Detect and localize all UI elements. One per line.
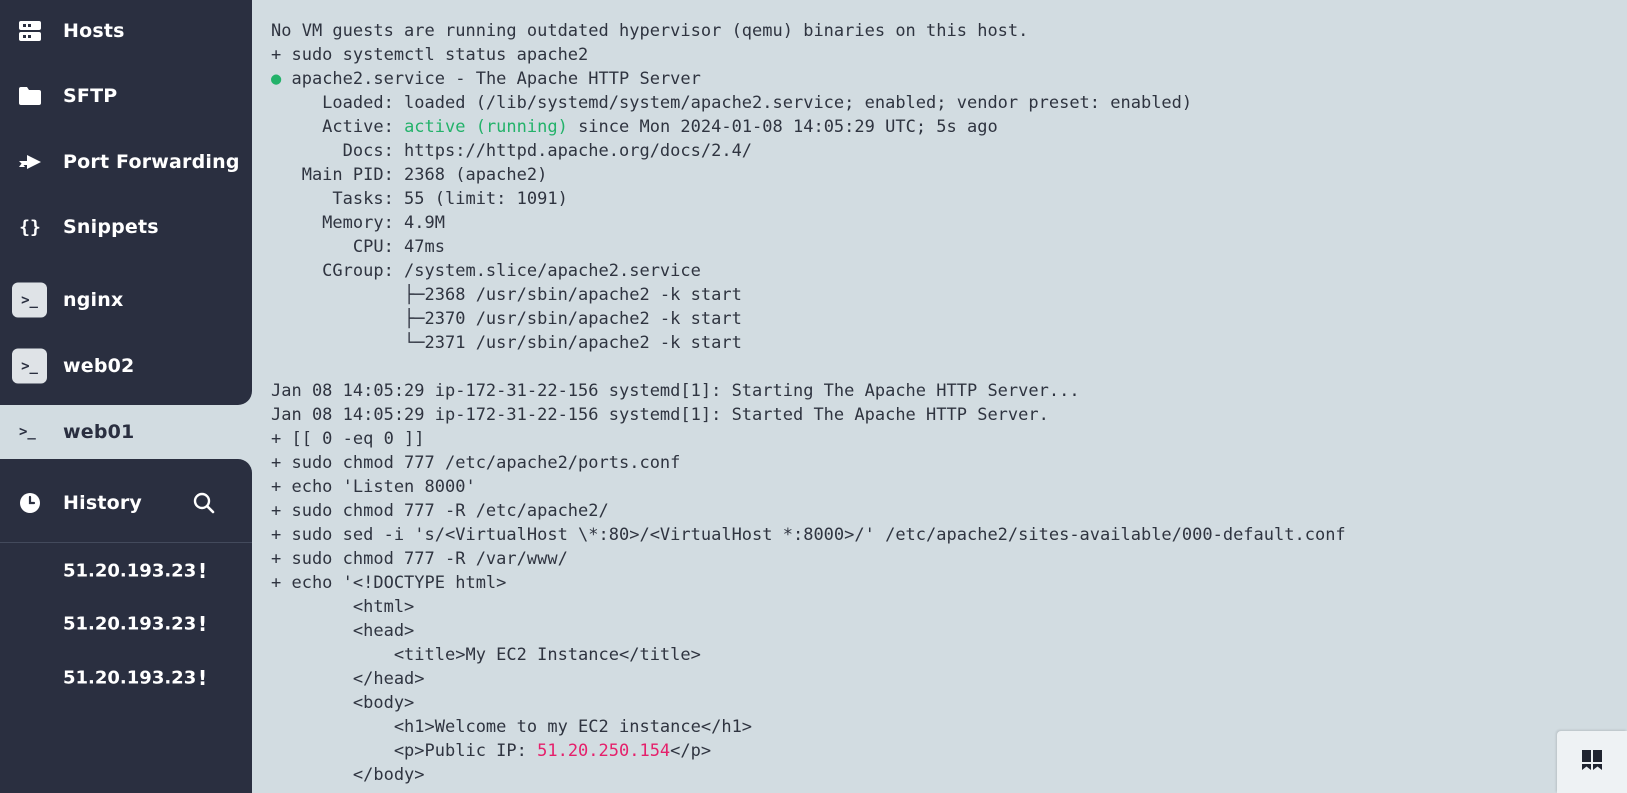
nav-item-hosts[interactable]: Hosts: [0, 3, 252, 59]
terminal-line: + [[ 0 -eq 0 ]]: [271, 429, 425, 449]
nav-label-snippets: Snippets: [63, 216, 159, 238]
nav-item-sftp[interactable]: SFTP: [0, 68, 252, 124]
terminal-line: <html>: [271, 597, 415, 617]
search-icon[interactable]: [192, 491, 216, 515]
history-label: History: [63, 492, 143, 514]
terminal-line: └─2371 /usr/sbin/apache2 -k start: [271, 333, 742, 353]
active-tab-corner: [238, 459, 252, 473]
warning-badge: !: [198, 559, 208, 583]
terminal-icon: >_: [12, 282, 47, 318]
terminal-line: Memory: 4.9M: [271, 213, 445, 233]
terminal-line: Active: active (running) since Mon 2024-…: [271, 117, 998, 137]
hosts-icon: [18, 19, 42, 43]
terminal-output[interactable]: No VM guests are running outdated hyperv…: [252, 0, 1627, 793]
terminal-line: CPU: 47ms: [271, 237, 445, 257]
sidebar: Hosts SFTP Port Forwarding {} Snippets >…: [0, 0, 252, 793]
terminal-line: + echo '<!DOCTYPE html>: [271, 573, 507, 593]
terminal-line: ├─2370 /usr/sbin/apache2 -k start: [271, 309, 742, 329]
terminal-line: Jan 08 14:05:29 ip-172-31-22-156 systemd…: [271, 405, 1049, 425]
layout-toggle-button[interactable]: [1557, 731, 1627, 793]
history-divider: [0, 542, 252, 543]
terminal-line: Jan 08 14:05:29 ip-172-31-22-156 systemd…: [271, 381, 1080, 401]
port-forwarding-icon: [18, 150, 42, 174]
terminal-line: + sudo chmod 777 /etc/apache2/ports.conf: [271, 453, 681, 473]
terminal-line: ├─2368 /usr/sbin/apache2 -k start: [271, 285, 742, 305]
terminal-line: </body>: [271, 765, 425, 785]
terminal-line: <h1>Welcome to my EC2 instance</h1>: [271, 717, 753, 737]
layout-panel-icon: [1581, 749, 1603, 775]
folder-icon: [18, 84, 42, 108]
terminal-line: + sudo systemctl status apache2: [271, 45, 589, 65]
terminal-line: + sudo chmod 777 -R /var/www/: [271, 549, 568, 569]
terminal-line: + sudo chmod 777 -R /etc/apache2/: [271, 501, 609, 521]
clock-icon: [18, 491, 42, 515]
terminal-line: <title>My EC2 Instance</title>: [271, 645, 701, 665]
terminal-icon: >_: [19, 424, 36, 440]
terminal-line: Main PID: 2368 (apache2): [271, 165, 548, 185]
terminal-line: <body>: [271, 693, 415, 713]
terminal-line: ● apache2.service - The Apache HTTP Serv…: [271, 69, 701, 89]
session-tab-web01[interactable]: >_ web01: [0, 405, 252, 459]
nav-label-sftp: SFTP: [63, 85, 118, 107]
history-header[interactable]: History: [0, 475, 252, 531]
terminal-line: Loaded: loaded (/lib/systemd/system/apac…: [271, 93, 1193, 113]
terminal-line: </head>: [271, 669, 425, 689]
nav-item-snippets[interactable]: {} Snippets: [0, 199, 252, 255]
nav-label-hosts: Hosts: [63, 20, 125, 42]
active-tab-corner: [238, 391, 252, 405]
history-item-label: 51.20.193.23: [63, 613, 197, 635]
terminal-line: + sudo sed -i 's/<VirtualHost \*:80>/<Vi…: [271, 525, 1346, 545]
session-label-nginx: nginx: [63, 289, 124, 311]
warning-badge: !: [198, 666, 208, 690]
terminal-line: <p>Public IP: 51.20.250.154</p>: [271, 741, 712, 761]
warning-badge: !: [198, 612, 208, 636]
terminal-line: No VM guests are running outdated hyperv…: [271, 21, 1029, 41]
terminal-line: CGroup: /system.slice/apache2.service: [271, 261, 701, 281]
session-tab-nginx[interactable]: >_ nginx: [0, 272, 252, 328]
terminal-line: Docs: https://httpd.apache.org/docs/2.4/: [271, 141, 753, 161]
public-ip: 51.20.250.154: [537, 741, 671, 761]
terminal-line: + echo 'Listen 8000': [271, 477, 476, 497]
terminal-line: Tasks: 55 (limit: 1091): [271, 189, 568, 209]
session-label-web02: web02: [63, 355, 135, 377]
history-item[interactable]: 51.20.193.23 !: [0, 546, 252, 596]
active-status: active (running): [404, 117, 568, 137]
nav-item-port-forwarding[interactable]: Port Forwarding: [0, 134, 252, 190]
terminal-lines: No VM guests are running outdated hyperv…: [271, 19, 1346, 787]
history-item[interactable]: 51.20.193.23 !: [0, 599, 252, 649]
terminal-line: <head>: [271, 621, 415, 641]
curly-braces-icon: {}: [18, 215, 42, 239]
svg-text:{}: {}: [19, 217, 41, 237]
session-label-web01: web01: [63, 421, 135, 443]
session-tab-web02[interactable]: >_ web02: [0, 338, 252, 394]
terminal-icon: >_: [12, 348, 47, 384]
status-bullet: ●: [271, 69, 282, 89]
history-item-label: 51.20.193.23: [63, 560, 197, 582]
history-item[interactable]: 51.20.193.23 !: [0, 653, 252, 703]
history-item-label: 51.20.193.23: [63, 667, 197, 689]
nav-label-port-forwarding: Port Forwarding: [63, 151, 240, 173]
